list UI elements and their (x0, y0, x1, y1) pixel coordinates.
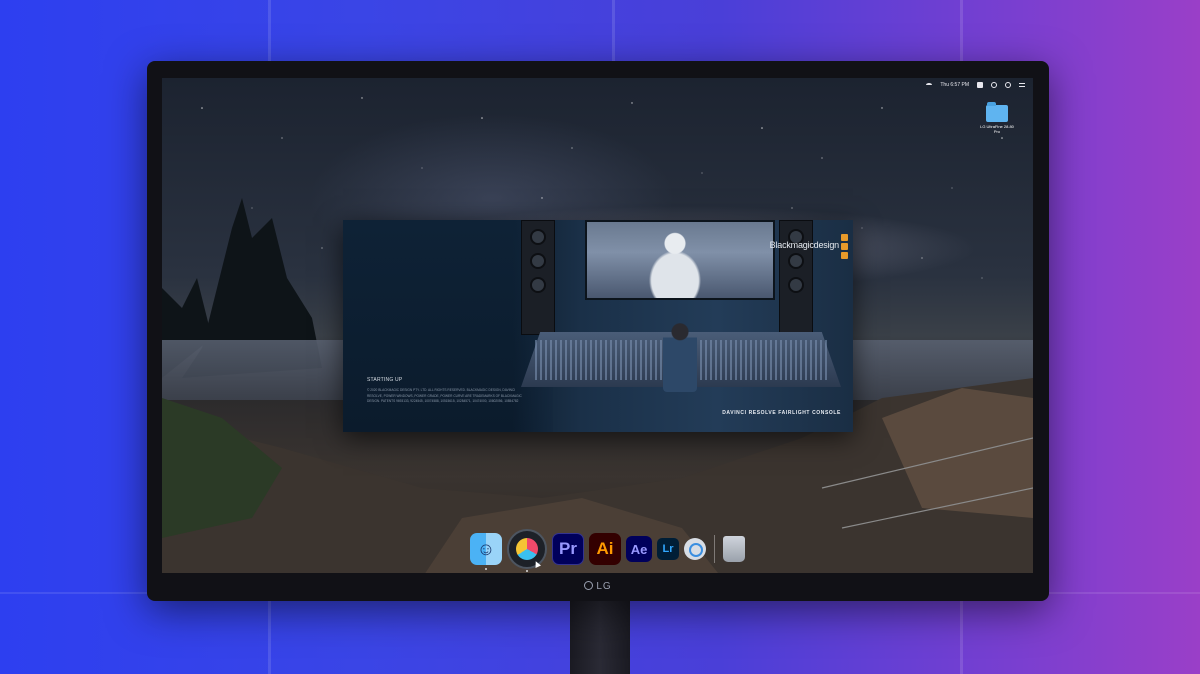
desktop-folder-label: LG UltraFine 28.80 Pro (980, 124, 1014, 134)
dock-premiere-pro[interactable]: Pr (552, 533, 584, 565)
dock-davinci-resolve[interactable] (507, 529, 547, 572)
menu-bar-clock[interactable]: Thu 6:57 PM (940, 82, 969, 88)
video-wall (585, 220, 775, 300)
startup-status: STARTING UP (367, 377, 403, 383)
menu-bar: Thu 6:57 PM (162, 78, 1033, 92)
lg-logo: LG (147, 581, 1049, 592)
console-title: DAVINCI RESOLVE FAIRLIGHT CONSOLE (722, 410, 841, 416)
blackmagic-logo-icon (841, 234, 849, 261)
speaker-right (779, 220, 813, 335)
dock-separator (714, 535, 715, 563)
dock-finder[interactable]: ☺ (470, 533, 502, 570)
search-icon[interactable] (991, 82, 997, 88)
siri-icon[interactable] (1005, 82, 1011, 88)
speaker-left (521, 220, 555, 335)
folder-icon (986, 102, 1008, 122)
finder-icon: ☺ (476, 538, 496, 559)
dock-quicktime[interactable] (684, 538, 706, 560)
operator-figure (663, 322, 697, 392)
monitor: Thu 6:57 PM LG UltraFine 28.80 Pro Black… (147, 61, 1049, 601)
davinci-splash-screen: Blackmagicdesign STARTING UP © 2020 BLAC… (343, 220, 853, 432)
dock-illustrator[interactable]: Ai (589, 533, 621, 565)
blackmagic-brand: Blackmagicdesign (769, 240, 840, 250)
notification-center-icon[interactable] (1019, 83, 1025, 87)
splash-artwork (513, 220, 853, 432)
copyright-text: © 2020 BLACKMAGIC DESIGN PTY. LTD. ALL R… (367, 388, 522, 403)
desktop-folder[interactable]: LG UltraFine 28.80 Pro (977, 102, 1017, 134)
lg-brand-text: LG (596, 581, 612, 592)
dock-lightroom[interactable]: Lr (657, 538, 679, 560)
dock-trash[interactable] (723, 536, 745, 562)
dock: ☺ Pr Ai Ae Lr (464, 528, 751, 572)
desktop-screen: Thu 6:57 PM LG UltraFine 28.80 Pro Black… (162, 78, 1033, 573)
monitor-stand (570, 600, 630, 674)
lg-logo-icon (584, 581, 594, 590)
dock-after-effects[interactable]: Ae (626, 536, 652, 562)
wifi-icon[interactable] (926, 83, 933, 87)
astronaut-figure (649, 228, 701, 298)
app-status-icon[interactable] (977, 82, 983, 88)
davinci-resolve-icon (516, 538, 538, 560)
